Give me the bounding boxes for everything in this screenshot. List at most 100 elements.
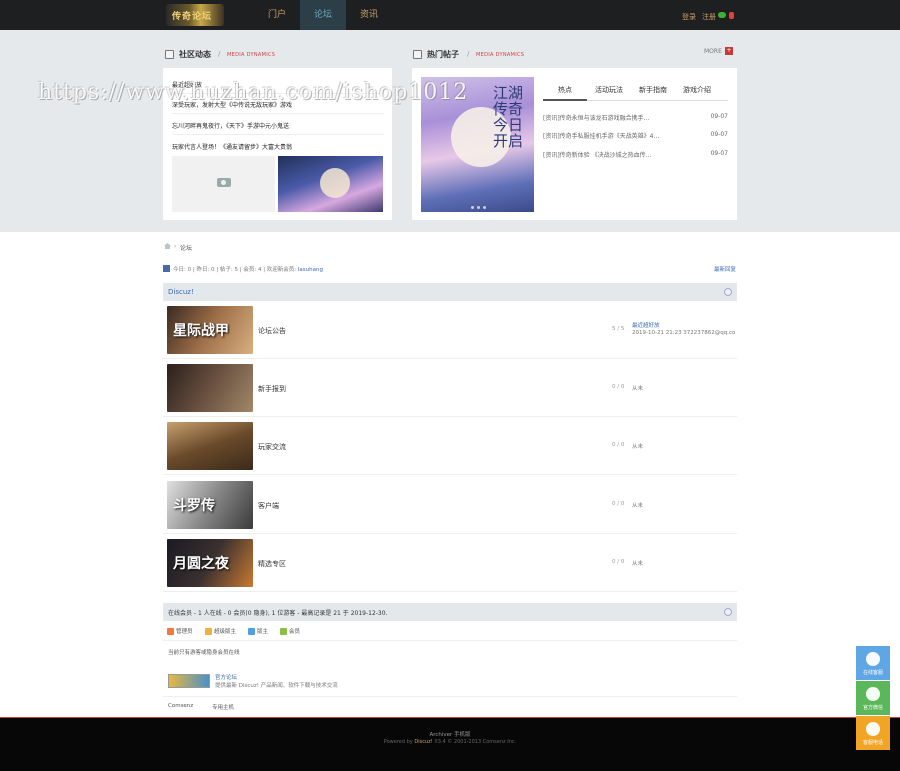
- login-link[interactable]: 登录: [682, 12, 696, 22]
- admin-icon: [167, 628, 174, 635]
- camera-icon: [217, 178, 231, 187]
- forum-thumbnail[interactable]: 星际战甲: [167, 306, 253, 354]
- last-post-meta: 2019-10-21 21:23 372237862@qq.co: [632, 330, 736, 336]
- title-slash: /: [467, 50, 470, 58]
- forum-count: 0 / 0: [612, 384, 625, 390]
- online-members-text[interactable]: 在线会员 - 1 人在线 - 0 会员(0 隐身), 1 位游客 - 最高记录是…: [168, 608, 387, 617]
- last-post: 从未: [632, 503, 644, 509]
- wechat-icon[interactable]: [718, 12, 726, 18]
- breadcrumb-current[interactable]: 论坛: [180, 243, 192, 252]
- tab-guide[interactable]: 新手指南: [631, 85, 675, 95]
- collapse-icon[interactable]: [724, 608, 732, 616]
- hot-post-row[interactable]: [资讯]传奇手私服挂机手游《天战英雄》4… 09-07: [543, 131, 728, 140]
- discuz-logo[interactable]: [168, 674, 210, 688]
- breadcrumb-separator: ›: [174, 243, 177, 250]
- divider: [163, 640, 737, 641]
- forum-count: 0 / 0: [612, 501, 625, 507]
- forum-row: 新手报到 0 / 0 从未: [163, 359, 737, 417]
- community-thumbnail[interactable]: [278, 156, 383, 212]
- qq-icon: [866, 652, 880, 666]
- hot-post-date: 09-07: [710, 131, 728, 138]
- online-service-button[interactable]: 在线客服: [856, 646, 890, 680]
- qq-icon[interactable]: [729, 12, 734, 19]
- hot-posts-subtitle: MEDIA DYNAMICS: [476, 52, 525, 58]
- register-link[interactable]: 注册: [702, 12, 716, 22]
- friend-link-title[interactable]: 官方论坛: [215, 673, 237, 681]
- forum-name[interactable]: 论坛公告: [258, 326, 286, 336]
- forum-group-header: Discuz!: [163, 283, 737, 301]
- community-subtitle: MEDIA DYNAMICS: [227, 52, 276, 58]
- footer-links[interactable]: Archiver 手机版: [0, 730, 900, 738]
- hot-post-title[interactable]: [资讯]传奇新体验 《决战沙城之热血传…: [543, 152, 652, 159]
- service-phone-button[interactable]: 客服电话: [856, 716, 890, 750]
- nav-news[interactable]: 资讯: [346, 0, 392, 30]
- float-label: 在线客服: [862, 670, 883, 676]
- link-comsenz[interactable]: Comsenz: [168, 703, 193, 709]
- forum-count: 0 / 0: [612, 442, 625, 448]
- hot-post-title[interactable]: [资讯]传奇永恒与该龙石游戏融合携手…: [543, 115, 650, 122]
- title-slash: /: [218, 50, 221, 58]
- wechat-icon: [866, 687, 880, 701]
- last-post-title[interactable]: 最近超好放: [632, 321, 660, 329]
- tab-events[interactable]: 活动玩法: [587, 85, 631, 95]
- thumbnail-text: 星际战甲: [173, 323, 229, 339]
- forum-row: 斗罗传 客户端 0 / 0 从未: [163, 476, 737, 534]
- legend-super-mod: 超级版主: [205, 627, 236, 635]
- forum-thumbnail[interactable]: [167, 422, 253, 470]
- tab-hot[interactable]: 热点: [543, 85, 587, 95]
- last-post: 从未: [632, 444, 644, 450]
- image-placeholder[interactable]: [172, 156, 275, 212]
- forum-name[interactable]: 客户端: [258, 501, 279, 511]
- carousel-dots[interactable]: [471, 203, 491, 209]
- powered-suffix: X3.4 © 2001-2013 Comsenz Inc.: [434, 739, 517, 745]
- collapse-icon[interactable]: [724, 288, 732, 296]
- forum-name[interactable]: 新手报到: [258, 384, 286, 394]
- forum-name[interactable]: 玩家交流: [258, 442, 286, 452]
- forum-thumbnail[interactable]: 月圆之夜: [167, 539, 253, 587]
- chart-icon: [163, 265, 170, 272]
- last-post: 从未: [632, 386, 644, 392]
- legend-moderator: 版主: [248, 627, 268, 635]
- powered-brand[interactable]: Discuz!: [414, 739, 432, 745]
- stats-text: 今日: 0 | 昨日: 0 | 帖子: 5 | 会员: 4 | 欢迎新会员:: [173, 267, 297, 273]
- footer-powered-by: Powered by Discuz! X3.4 © 2001-2013 Coms…: [0, 739, 900, 745]
- forum-name[interactable]: 精选专区: [258, 559, 286, 569]
- friend-link-description: 提供最新 Discuz! 产品新闻、软件下载与技术交流: [215, 683, 338, 689]
- nav-home[interactable]: 门户: [254, 0, 300, 30]
- hot-post-row[interactable]: [资讯]传奇新体验 《决战沙城之热血传… 09-07: [543, 150, 728, 159]
- plus-icon[interactable]: +: [725, 47, 733, 55]
- official-wechat-button[interactable]: 官方微信: [856, 681, 890, 715]
- tab-intro[interactable]: 游戏介绍: [675, 85, 719, 95]
- hot-post-row[interactable]: [资讯]传奇永恒与该龙石游戏融合携手… 09-07: [543, 113, 728, 122]
- phone-icon: [866, 722, 880, 736]
- community-title: 社区动态: [179, 50, 211, 59]
- link-hosting[interactable]: 专用主机: [212, 703, 234, 711]
- forum-thumbnail[interactable]: [167, 364, 253, 412]
- legend-label: 管理员: [176, 629, 193, 635]
- site-logo[interactable]: 传奇论坛: [166, 4, 224, 26]
- home-icon[interactable]: [164, 243, 171, 249]
- more-link[interactable]: MORE: [704, 48, 722, 55]
- forum-stats: 今日: 0 | 昨日: 0 | 帖子: 5 | 会员: 4 | 欢迎新会员: l…: [173, 265, 323, 273]
- footer: Archiver 手机版 Powered by Discuz! X3.4 © 2…: [0, 717, 900, 771]
- new-member-link[interactable]: lasuhang: [298, 267, 323, 273]
- forum-count: 0 / 0: [612, 559, 625, 565]
- float-label: 官方微信: [862, 705, 883, 711]
- forum-row: 星际战甲 论坛公告 5 / 5 最近超好放 2019-10-21 21:23 3…: [163, 301, 737, 359]
- community-item[interactable]: 忘川河畔再鬼夜行，《天下》手游中元小鬼送: [172, 121, 384, 135]
- thumbnail-text: 月圆之夜: [173, 556, 229, 572]
- hot-post-title[interactable]: [资讯]传奇手私服挂机手游《天战英雄》4…: [543, 133, 660, 140]
- legend-label: 超级版主: [214, 629, 237, 635]
- logo-text: 传奇论坛: [172, 12, 213, 22]
- hot-posts-title: 热门帖子: [427, 50, 459, 59]
- float-label: 客服电话: [862, 740, 883, 746]
- top-navbar: 传奇论坛 门户 论坛 资讯 登录 注册: [0, 0, 900, 30]
- nav-forum[interactable]: 论坛: [300, 0, 346, 30]
- community-item[interactable]: 玩家代言人登场！《通友请留步》大富大贵翁: [172, 142, 384, 155]
- super-moderator-icon: [205, 628, 212, 635]
- forum-group-name[interactable]: Discuz!: [168, 288, 194, 296]
- divider: [163, 696, 737, 697]
- forum-thumbnail[interactable]: 斗罗传: [167, 481, 253, 529]
- powered-prefix: Powered by: [383, 739, 413, 745]
- latest-reply-link[interactable]: 最新回复: [714, 265, 736, 273]
